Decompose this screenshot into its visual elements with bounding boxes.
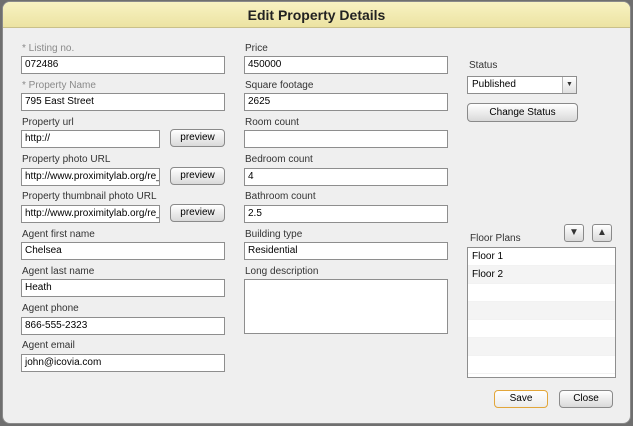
- dialog-title: Edit Property Details: [3, 2, 630, 28]
- property-name-label: * Property Name: [22, 80, 96, 91]
- agent-phone-field[interactable]: 866-555-2323: [21, 317, 225, 335]
- agent-phone-label: Agent phone: [22, 303, 79, 314]
- agent-last-name-field[interactable]: Heath: [21, 279, 225, 297]
- list-item[interactable]: [468, 320, 615, 338]
- list-item[interactable]: [468, 356, 615, 374]
- agent-email-label: Agent email: [22, 340, 75, 351]
- move-down-button[interactable]: ▼: [564, 224, 584, 242]
- property-photo-url-label: Property photo URL: [22, 154, 111, 165]
- square-footage-field[interactable]: 2625: [244, 93, 448, 111]
- list-item[interactable]: [468, 302, 615, 320]
- room-count-field[interactable]: [244, 130, 448, 148]
- property-thumbnail-url-field[interactable]: http://www.proximitylab.org/re_pl: [21, 205, 160, 223]
- property-photo-preview-button[interactable]: preview: [170, 167, 225, 185]
- building-type-label: Building type: [245, 229, 303, 240]
- property-url-field[interactable]: http://: [21, 130, 160, 148]
- status-value: Published: [472, 79, 516, 90]
- arrow-up-icon: ▲: [597, 227, 607, 238]
- agent-first-name-field[interactable]: Chelsea: [21, 242, 225, 260]
- building-type-field[interactable]: Residential: [244, 242, 448, 260]
- bedroom-count-field[interactable]: 4: [244, 168, 448, 186]
- listing-no-field[interactable]: 072486: [21, 56, 225, 74]
- long-description-label: Long description: [245, 266, 319, 277]
- save-button[interactable]: Save: [494, 390, 548, 408]
- room-count-label: Room count: [245, 117, 299, 128]
- price-label: Price: [245, 43, 268, 54]
- status-select[interactable]: Published ▼: [467, 76, 577, 94]
- property-thumbnail-url-label: Property thumbnail photo URL: [22, 191, 157, 202]
- list-item[interactable]: [468, 284, 615, 302]
- status-label: Status: [469, 60, 498, 71]
- property-thumbnail-preview-button[interactable]: preview: [170, 204, 225, 222]
- change-status-button[interactable]: Change Status: [467, 103, 578, 122]
- bathroom-count-label: Bathroom count: [245, 191, 316, 202]
- property-url-preview-button[interactable]: preview: [170, 129, 225, 147]
- list-item[interactable]: Floor 2: [468, 266, 615, 284]
- close-button[interactable]: Close: [559, 390, 613, 408]
- property-url-label: Property url: [22, 117, 74, 128]
- list-item[interactable]: Floor 1: [468, 248, 615, 266]
- list-item[interactable]: [468, 338, 615, 356]
- property-photo-url-field[interactable]: http://www.proximitylab.org/re_pl: [21, 168, 160, 186]
- listing-no-label: * Listing no.: [22, 43, 75, 54]
- edit-property-dialog: Edit Property Details * Listing no. 0724…: [2, 1, 631, 424]
- square-footage-label: Square footage: [245, 80, 314, 91]
- floor-plans-label: Floor Plans: [470, 233, 521, 244]
- price-field[interactable]: 450000: [244, 56, 448, 74]
- move-up-button[interactable]: ▲: [592, 224, 612, 242]
- chevron-down-icon[interactable]: ▼: [562, 77, 576, 93]
- agent-last-name-label: Agent last name: [22, 266, 95, 277]
- agent-first-name-label: Agent first name: [22, 229, 95, 240]
- long-description-textarea[interactable]: [244, 279, 448, 334]
- agent-email-field[interactable]: john@icovia.com: [21, 354, 225, 372]
- bedroom-count-label: Bedroom count: [245, 154, 313, 165]
- property-name-field[interactable]: 795 East Street: [21, 93, 225, 111]
- arrow-down-icon: ▼: [569, 227, 579, 238]
- floor-plans-list[interactable]: Floor 1 Floor 2: [467, 247, 616, 378]
- bathroom-count-field[interactable]: 2.5: [244, 205, 448, 223]
